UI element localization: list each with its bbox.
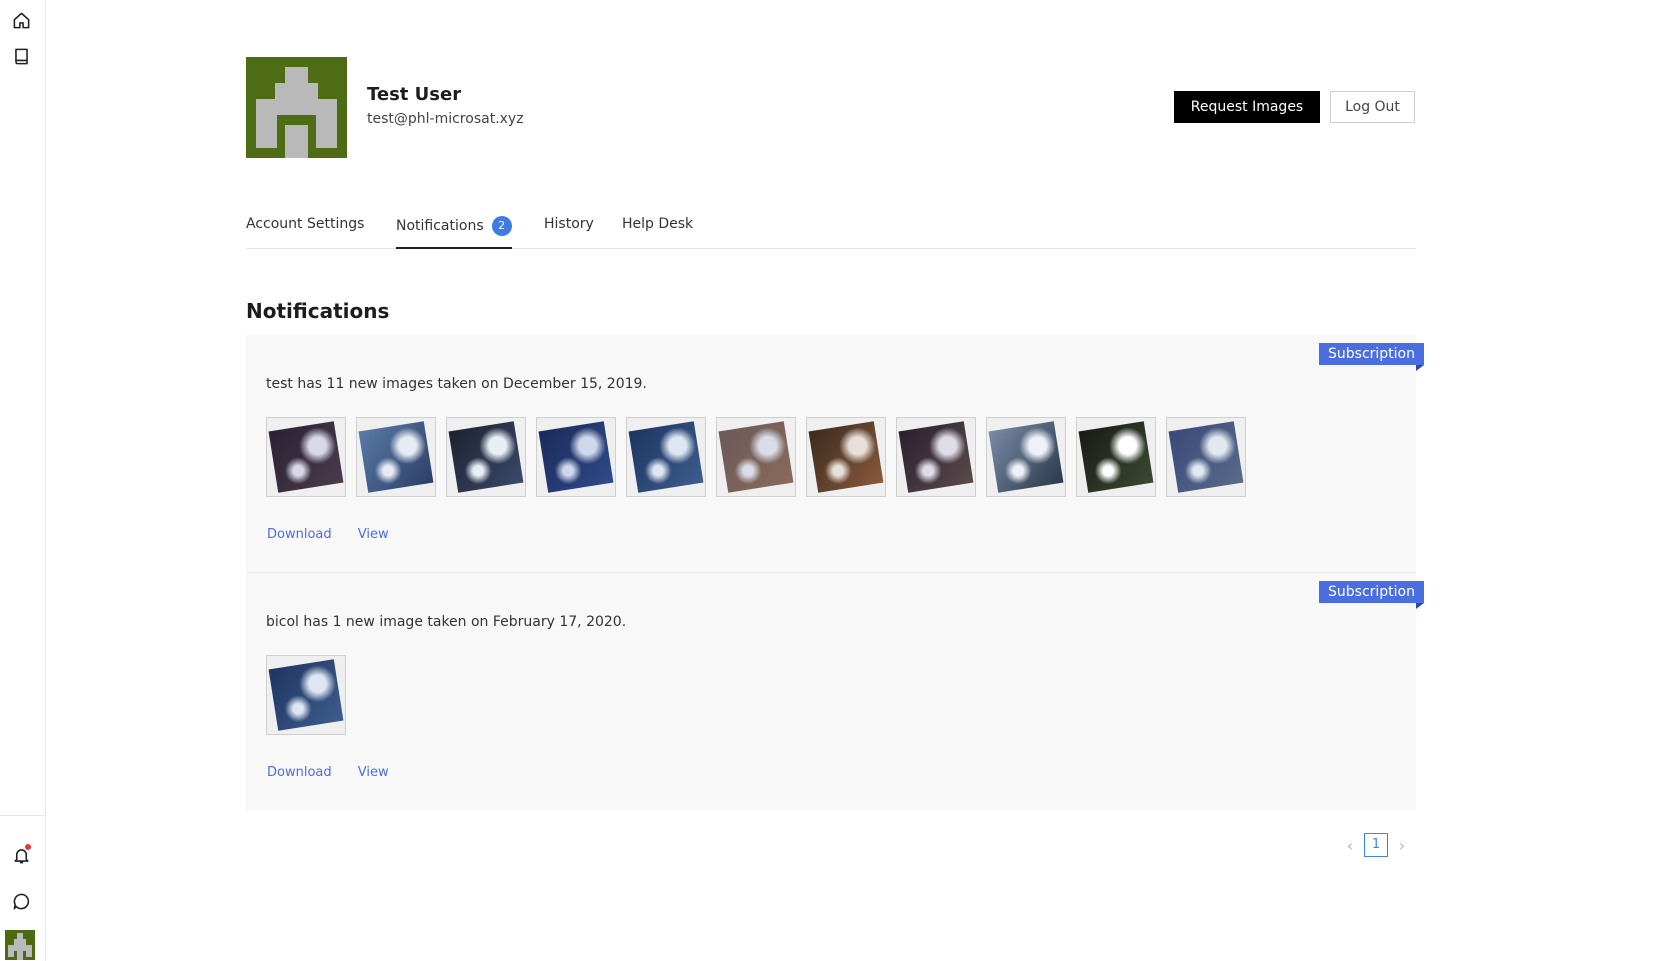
satellite-image-thumbnail[interactable]	[536, 417, 616, 497]
notification-count-badge: 2	[491, 216, 512, 236]
satellite-image-thumbnail[interactable]	[356, 417, 436, 497]
satellite-image	[808, 421, 884, 493]
user-email: test@phl-microsat.xyz	[367, 111, 524, 127]
satellite-image	[1078, 421, 1154, 493]
satellite-image	[268, 659, 344, 731]
satellite-image	[538, 421, 614, 493]
chevron-left-icon[interactable]: ‹	[1340, 836, 1360, 855]
satellite-image	[628, 421, 704, 493]
request-images-button[interactable]: Request Images	[1174, 91, 1320, 123]
tab-account-settings[interactable]: Account Settings	[246, 216, 364, 248]
satellite-image-thumbnail[interactable]	[986, 417, 1066, 497]
section-title: Notifications	[246, 299, 390, 323]
user-name: Test User	[367, 84, 462, 105]
satellite-image	[988, 421, 1064, 493]
profile-avatar	[246, 57, 347, 158]
log-out-button[interactable]: Log Out	[1330, 91, 1415, 123]
satellite-image-thumbnail[interactable]	[446, 417, 526, 497]
side-rail	[0, 0, 46, 961]
notification-card: Subscription bicol has 1 new image taken…	[246, 572, 1424, 810]
satellite-image-thumbnail[interactable]	[266, 417, 346, 497]
tab-label: Help Desk	[622, 216, 694, 232]
notification-message: test has 11 new images taken on December…	[266, 376, 647, 392]
subscription-tag: Subscription	[1319, 581, 1424, 609]
chat-icon[interactable]	[9, 889, 33, 913]
notification-actions: Download View	[267, 527, 411, 542]
bell-icon[interactable]	[9, 843, 33, 867]
tab-label: Notifications	[396, 218, 484, 234]
chevron-right-icon[interactable]: ›	[1392, 836, 1412, 855]
subscription-tag: Subscription	[1319, 343, 1424, 371]
download-link[interactable]: Download	[267, 765, 332, 780]
satellite-image-thumbnail[interactable]	[1166, 417, 1246, 497]
notification-card: Subscription test has 11 new images take…	[246, 335, 1424, 572]
satellite-image	[1168, 421, 1244, 493]
rail-avatar[interactable]	[5, 930, 35, 960]
tab-help-desk[interactable]: Help Desk	[622, 216, 693, 248]
unread-dot	[25, 844, 31, 850]
satellite-image	[268, 421, 344, 493]
satellite-image-thumbnail[interactable]	[806, 417, 886, 497]
satellite-image-thumbnail[interactable]	[716, 417, 796, 497]
notification-actions: Download View	[267, 765, 411, 780]
view-link[interactable]: View	[358, 765, 389, 780]
satellite-image-thumbnail[interactable]	[1076, 417, 1156, 497]
pagination: ‹ 1 ›	[1340, 833, 1412, 857]
home-icon[interactable]	[9, 8, 33, 32]
view-link[interactable]: View	[358, 527, 389, 542]
satellite-image-thumbnail[interactable]	[626, 417, 706, 497]
satellite-image-thumbnail[interactable]	[896, 417, 976, 497]
satellite-image	[358, 421, 434, 493]
satellite-image-thumbnail[interactable]	[266, 655, 346, 735]
profile-tabs: Account Settings Notifications 2 History …	[246, 216, 1416, 249]
tab-label: Account Settings	[246, 216, 365, 232]
tab-history[interactable]: History	[544, 216, 594, 248]
page-number[interactable]: 1	[1364, 833, 1388, 857]
tab-notifications[interactable]: Notifications 2	[396, 216, 512, 249]
satellite-image	[718, 421, 794, 493]
book-icon[interactable]	[9, 44, 33, 68]
rail-divider	[0, 815, 45, 816]
satellite-image	[898, 421, 974, 493]
satellite-image	[448, 421, 524, 493]
notification-message: bicol has 1 new image taken on February …	[266, 614, 627, 630]
download-link[interactable]: Download	[267, 527, 332, 542]
tab-label: History	[544, 216, 594, 232]
